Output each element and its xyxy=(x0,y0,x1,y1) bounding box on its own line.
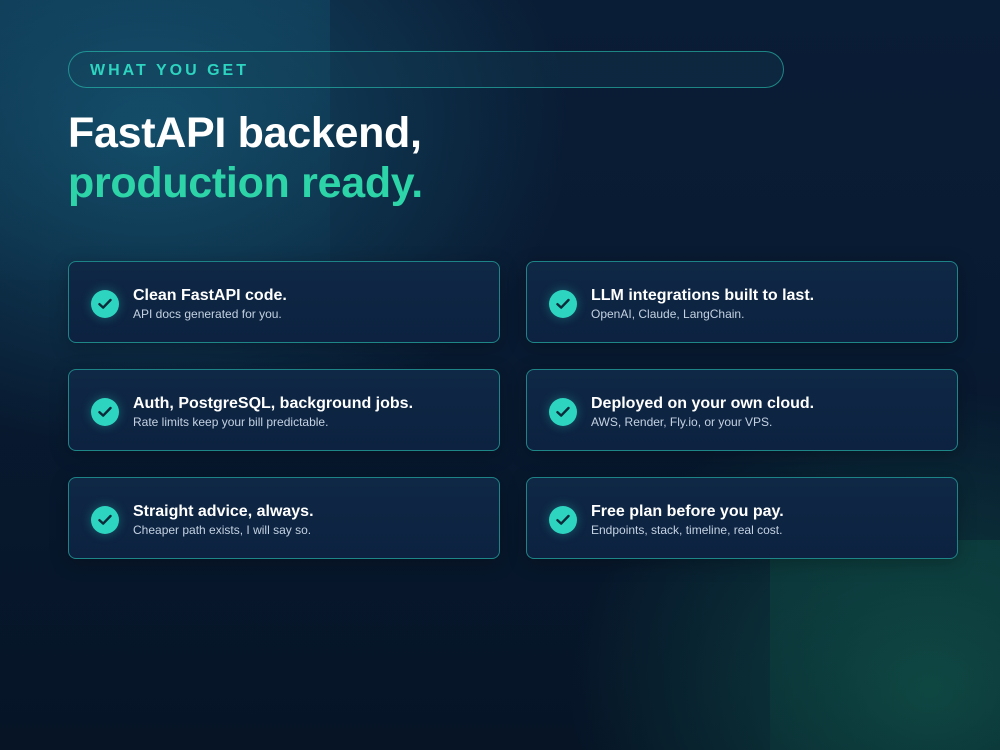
feature-title: Free plan before you pay. xyxy=(591,503,784,520)
headline: FastAPI backend, production ready. xyxy=(68,108,423,208)
eyebrow-label: WHAT YOU GET xyxy=(90,62,249,79)
check-circle-icon xyxy=(549,290,577,318)
feature-subtitle: Rate limits keep your bill predictable. xyxy=(133,415,329,429)
check-circle-icon xyxy=(91,506,119,534)
feature-card: Straight advice, always. Cheaper path ex… xyxy=(68,477,500,559)
feature-card: Free plan before you pay. Endpoints, sta… xyxy=(526,477,958,559)
feature-subtitle: API docs generated for you. xyxy=(133,307,282,321)
feature-card: Auth, PostgreSQL, background jobs. Rate … xyxy=(68,369,500,451)
eyebrow-pill: WHAT YOU GET xyxy=(68,51,784,88)
background-glow-panel xyxy=(770,540,1000,750)
feature-title: LLM integrations built to last. xyxy=(591,287,815,304)
feature-card: Clean FastAPI code. API docs generated f… xyxy=(68,261,500,343)
feature-subtitle: Endpoints, stack, timeline, real cost. xyxy=(591,523,783,537)
check-circle-icon xyxy=(549,506,577,534)
feature-subtitle: OpenAI, Claude, LangChain. xyxy=(591,307,745,321)
feature-title: Clean FastAPI code. xyxy=(133,287,287,304)
headline-line-2: production ready. xyxy=(68,159,423,207)
feature-title: Auth, PostgreSQL, background jobs. xyxy=(133,395,414,412)
headline-line-1: FastAPI backend, xyxy=(68,109,422,157)
feature-title: Straight advice, always. xyxy=(133,503,314,520)
check-circle-icon xyxy=(549,398,577,426)
check-circle-icon xyxy=(91,398,119,426)
feature-title: Deployed on your own cloud. xyxy=(591,395,815,412)
feature-subtitle: Cheaper path exists, I will say so. xyxy=(133,523,312,537)
check-circle-icon xyxy=(91,290,119,318)
feature-subtitle: AWS, Render, Fly.io, or your VPS. xyxy=(591,415,773,429)
feature-card: Deployed on your own cloud. AWS, Render,… xyxy=(526,369,958,451)
feature-card: LLM integrations built to last. OpenAI, … xyxy=(526,261,958,343)
